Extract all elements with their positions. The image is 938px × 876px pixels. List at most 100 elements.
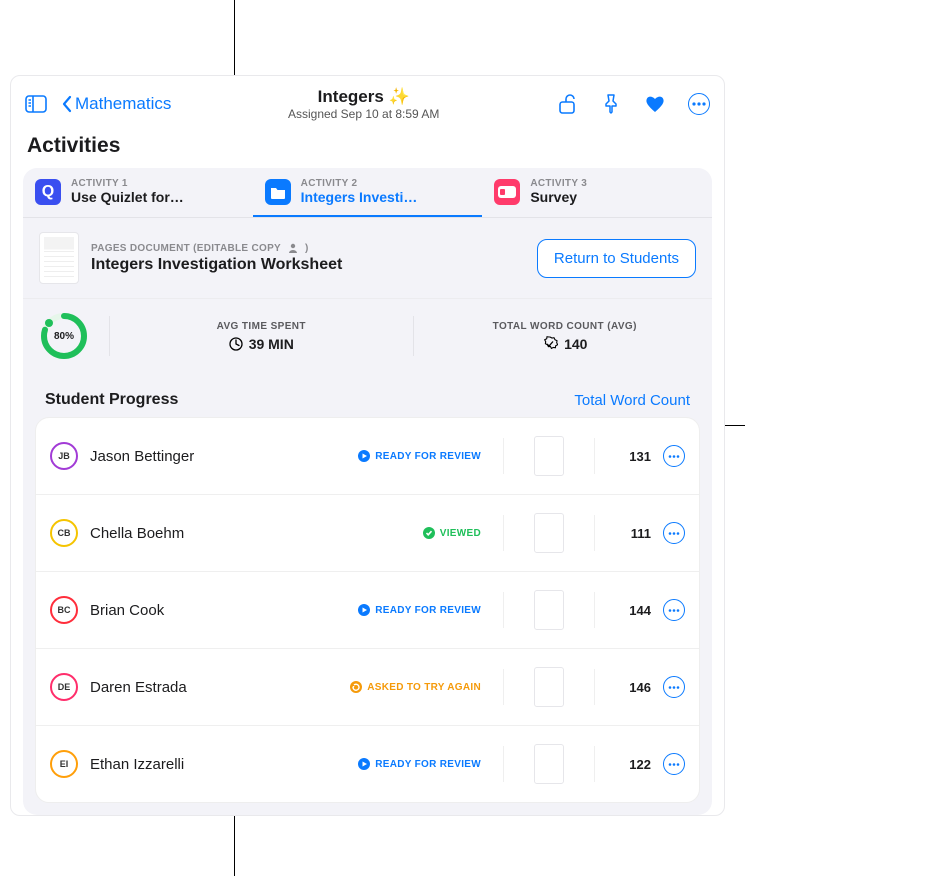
return-button[interactable]: Return to Students (537, 239, 696, 278)
divider (109, 316, 110, 356)
activity-tab-1[interactable]: QACTIVITY 1Use Quizlet for… (23, 168, 253, 217)
student-avatar: CB (50, 519, 78, 547)
activity-tab-text: ACTIVITY 3Survey (530, 178, 587, 205)
activities-card: QACTIVITY 1Use Quizlet for… ACTIVITY 2Int… (23, 168, 712, 815)
student-name: Brian Cook (90, 602, 346, 619)
student-more-button[interactable] (663, 753, 685, 775)
student-more-button[interactable] (663, 676, 685, 698)
student-doc-thumbnail[interactable] (534, 590, 564, 630)
divider (594, 438, 595, 474)
app-window: Mathematics Integers ✨ Assigned Sep 10 a… (10, 75, 725, 816)
ellipsis-icon (692, 102, 706, 106)
student-word-count: 131 (617, 449, 651, 464)
top-bar-right (556, 93, 710, 115)
stat-avg-time-label: AVG TIME SPENT (130, 321, 393, 332)
activity-tab-eyebrow: ACTIVITY 1 (71, 178, 184, 189)
document-eyebrow: PAGES DOCUMENT (EDITABLE COPY ) (91, 242, 342, 254)
activity-tab-label: Survey (530, 189, 587, 205)
pin-button[interactable] (600, 93, 622, 115)
student-status: READY FOR REVIEW (358, 758, 481, 770)
badge-icon (542, 336, 558, 352)
top-bar-center: Integers ✨ Assigned Sep 10 at 8:59 AM (171, 87, 556, 121)
student-more-button[interactable] (663, 599, 685, 621)
student-row[interactable]: CB Chella Boehm VIEWED 111 (36, 495, 699, 572)
back-button[interactable]: Mathematics (61, 94, 171, 114)
student-name: Chella Boehm (90, 525, 411, 542)
student-avatar: DE (50, 673, 78, 701)
divider (503, 438, 504, 474)
document-eyebrow-close: ) (305, 243, 309, 254)
student-list: JB Jason Bettinger READY FOR REVIEW 131 CB Ch… (35, 417, 700, 803)
student-word-count: 111 (617, 526, 651, 541)
activity-tabs: QACTIVITY 1Use Quizlet for… ACTIVITY 2Int… (23, 168, 712, 218)
student-word-count: 146 (617, 680, 651, 695)
sidebar-icon (25, 95, 47, 113)
activity-tab-label: Integers Investi… (301, 189, 418, 205)
student-row[interactable]: EI Ethan Izzarelli READY FOR REVIEW 122 (36, 726, 699, 802)
progress-header: Student Progress Total Word Count (23, 373, 712, 417)
stat-avg-time-value: 39 MIN (249, 336, 294, 352)
stat-word-count-value: 140 (564, 336, 587, 352)
chevron-left-icon (61, 95, 73, 113)
progress-ring: 80% (39, 311, 89, 361)
more-button[interactable] (688, 93, 710, 115)
student-status: READY FOR REVIEW (358, 450, 481, 462)
student-status: VIEWED (423, 527, 481, 539)
stat-word-count-label: TOTAL WORD COUNT (AVG) (434, 321, 697, 332)
heart-icon (644, 94, 666, 114)
student-doc-thumbnail[interactable] (534, 513, 564, 553)
stat-avg-time: AVG TIME SPENT 39 MIN (130, 321, 393, 352)
student-name: Ethan Izzarelli (90, 756, 346, 773)
student-avatar: JB (50, 442, 78, 470)
divider (503, 592, 504, 628)
divider (413, 316, 414, 356)
progress-percent: 80% (39, 311, 89, 361)
callout-line-top (234, 0, 235, 75)
activity-tab-text: ACTIVITY 1Use Quizlet for… (71, 178, 184, 205)
divider (594, 592, 595, 628)
activity-tab-3[interactable]: ACTIVITY 3Survey (482, 168, 712, 217)
divider (594, 746, 595, 782)
student-status: READY FOR REVIEW (358, 604, 481, 616)
pin-icon (602, 93, 620, 115)
student-name: Jason Bettinger (90, 448, 346, 465)
student-avatar: EI (50, 750, 78, 778)
lock-button[interactable] (556, 93, 578, 115)
divider (503, 669, 504, 705)
document-row: PAGES DOCUMENT (EDITABLE COPY ) Integers… (23, 218, 712, 299)
student-word-count: 122 (617, 757, 651, 772)
document-title: Integers Investigation Worksheet (91, 256, 342, 274)
activity-tab-label: Use Quizlet for… (71, 189, 184, 205)
activity-tab-text: ACTIVITY 2Integers Investi… (301, 178, 418, 205)
activity-tab-2[interactable]: ACTIVITY 2Integers Investi… (253, 168, 483, 217)
top-bar-left: Mathematics (25, 93, 171, 115)
favorite-button[interactable] (644, 93, 666, 115)
document-thumbnail[interactable] (39, 232, 79, 284)
back-label: Mathematics (75, 94, 171, 114)
divider (503, 746, 504, 782)
unlock-icon (557, 93, 577, 115)
stats-row: 80% AVG TIME SPENT 39 MIN TOTAL WORD COU… (23, 299, 712, 373)
document-eyebrow-text: PAGES DOCUMENT (EDITABLE COPY (91, 243, 281, 254)
activity-tab-eyebrow: ACTIVITY 3 (530, 178, 587, 189)
student-doc-thumbnail[interactable] (534, 744, 564, 784)
person-icon (287, 242, 299, 254)
activity-tab-icon (494, 179, 520, 205)
student-row[interactable]: JB Jason Bettinger READY FOR REVIEW 131 (36, 418, 699, 495)
stat-word-count: TOTAL WORD COUNT (AVG) 140 (434, 321, 697, 352)
student-doc-thumbnail[interactable] (534, 436, 564, 476)
progress-title: Student Progress (45, 391, 178, 409)
divider (503, 515, 504, 551)
student-more-button[interactable] (663, 445, 685, 467)
divider (594, 669, 595, 705)
section-title: Activities (11, 128, 724, 168)
progress-metric-link[interactable]: Total Word Count (574, 392, 690, 409)
top-bar: Mathematics Integers ✨ Assigned Sep 10 a… (11, 76, 724, 128)
student-row[interactable]: DEDaren EstradaASKED TO TRY AGAIN146 (36, 649, 699, 726)
student-more-button[interactable] (663, 522, 685, 544)
clock-icon (229, 337, 243, 351)
sidebar-toggle-button[interactable] (25, 93, 47, 115)
student-word-count: 144 (617, 603, 651, 618)
student-row[interactable]: BCBrian CookREADY FOR REVIEW144 (36, 572, 699, 649)
student-doc-thumbnail[interactable] (534, 667, 564, 707)
